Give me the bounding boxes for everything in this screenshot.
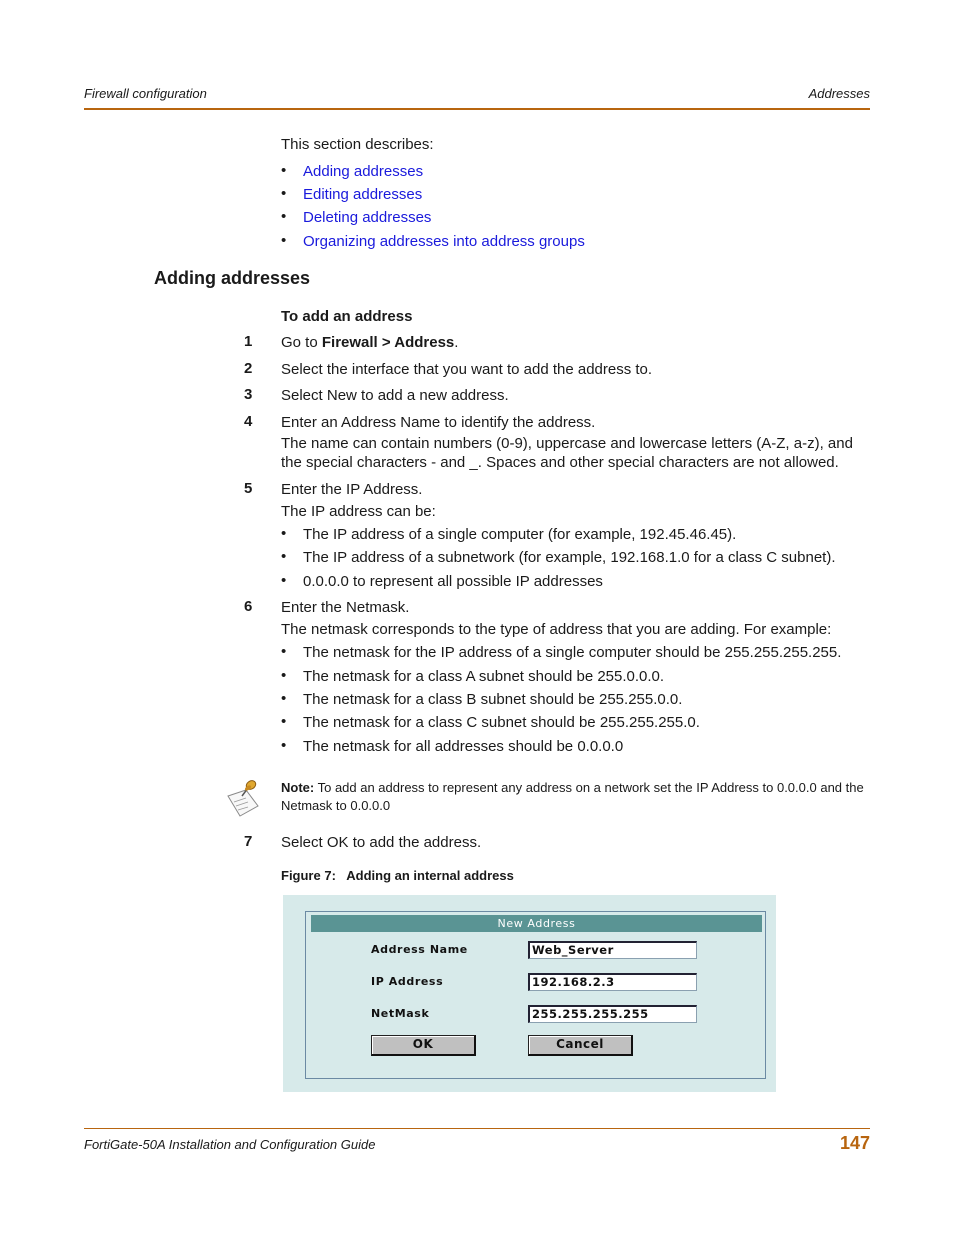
bullet: • <box>281 713 287 730</box>
note-body: To add an address to represent any addre… <box>281 780 864 813</box>
netmask-example-item: The netmask for all addresses should be … <box>303 738 624 755</box>
netmask-example-item: The netmask for a class A subnet should … <box>303 668 665 685</box>
netmask-example-item: The netmask for a class B subnet should … <box>303 691 683 708</box>
footer-guide-title: FortiGate-50A Installation and Configura… <box>84 1137 376 1152</box>
dialog-title: New Address <box>311 915 762 932</box>
link-adding-addresses[interactable]: Adding addresses <box>303 162 423 181</box>
step-3-text: Select New to add a new address. <box>281 387 509 404</box>
step-number: 7 <box>244 833 253 850</box>
step-5-text: Enter the IP Address. <box>281 481 423 498</box>
bullet: • <box>281 232 287 249</box>
menu-path: Firewall > Address <box>321 334 455 351</box>
step-6-detail: The netmask corresponds to the type of a… <box>281 621 832 638</box>
page-number: 147 <box>839 1133 870 1153</box>
ip-address-input[interactable]: 192.168.2.3 <box>528 973 697 991</box>
bullet: • <box>281 572 287 589</box>
header-section: Addresses <box>808 86 870 101</box>
address-name-label: Address Name <box>371 943 468 956</box>
step-number: 2 <box>244 360 253 377</box>
intro-lead: This section describes: <box>281 136 434 153</box>
new-address-dialog: New Address Address Name Web_Server IP A… <box>305 911 766 1079</box>
bullet: • <box>281 208 287 225</box>
netmask-input[interactable]: 255.255.255.255 <box>528 1005 697 1023</box>
header-chapter: Firewall configuration <box>84 86 207 101</box>
netmask-example-item: The netmask for a class C subnet should … <box>303 714 700 731</box>
note-text: Note: To add an address to represent any… <box>281 779 871 815</box>
section-title: Adding addresses <box>154 268 311 288</box>
note-label: Note: <box>281 780 315 795</box>
netmask-example-item: The netmask for the IP address of a sing… <box>303 644 842 661</box>
step-4-detail: The name can contain numbers (0-9), uppe… <box>281 435 853 471</box>
step-4-text: Enter an Address Name to identify the ad… <box>281 414 596 431</box>
ip-example-item: The IP address of a single computer (for… <box>303 526 737 543</box>
address-name-input[interactable]: Web_Server <box>528 941 697 959</box>
cancel-button[interactable]: Cancel <box>528 1035 633 1056</box>
step-1-post: . <box>454 334 459 351</box>
step-number: 1 <box>244 333 253 350</box>
bullet: • <box>281 690 287 707</box>
netmask-label: NetMask <box>371 1007 430 1020</box>
step-number: 6 <box>244 598 253 615</box>
note-icon <box>224 778 264 818</box>
bullet: • <box>281 185 287 202</box>
figure-caption: Figure 7: Adding an internal address <box>281 868 514 883</box>
step-7-text: Select OK to add the address. <box>281 834 482 851</box>
bullet: • <box>281 737 287 754</box>
ip-example-item: 0.0.0.0 to represent all possible IP add… <box>303 573 603 590</box>
step-number: 3 <box>244 386 253 403</box>
bullet: • <box>281 548 287 565</box>
step-2-text: Select the interface that you want to ad… <box>281 361 653 378</box>
step-1-text: Go to Firewall > Address. <box>281 333 458 352</box>
header-rule <box>84 108 870 110</box>
step-6-text: Enter the Netmask. <box>281 599 410 616</box>
ip-example-item: The IP address of a subnetwork (for exam… <box>303 549 836 566</box>
bullet: • <box>281 162 287 179</box>
bullet: • <box>281 525 287 542</box>
step-5-detail: The IP address can be: <box>281 503 436 520</box>
procedure-title: To add an address <box>281 308 413 325</box>
ip-address-label: IP Address <box>371 975 444 988</box>
link-deleting-addresses[interactable]: Deleting addresses <box>303 208 431 227</box>
figure-new-address-dialog: New Address Address Name Web_Server IP A… <box>283 895 776 1092</box>
bullet: • <box>281 667 287 684</box>
footer-rule <box>84 1128 870 1129</box>
ok-button[interactable]: OK <box>371 1035 476 1056</box>
link-organizing-address-groups[interactable]: Organizing addresses into address groups <box>303 232 585 251</box>
step-1-pre: Go to <box>281 334 322 351</box>
step-number: 4 <box>244 413 253 430</box>
bullet: • <box>281 643 287 660</box>
link-editing-addresses[interactable]: Editing addresses <box>303 185 422 204</box>
step-number: 5 <box>244 480 253 497</box>
